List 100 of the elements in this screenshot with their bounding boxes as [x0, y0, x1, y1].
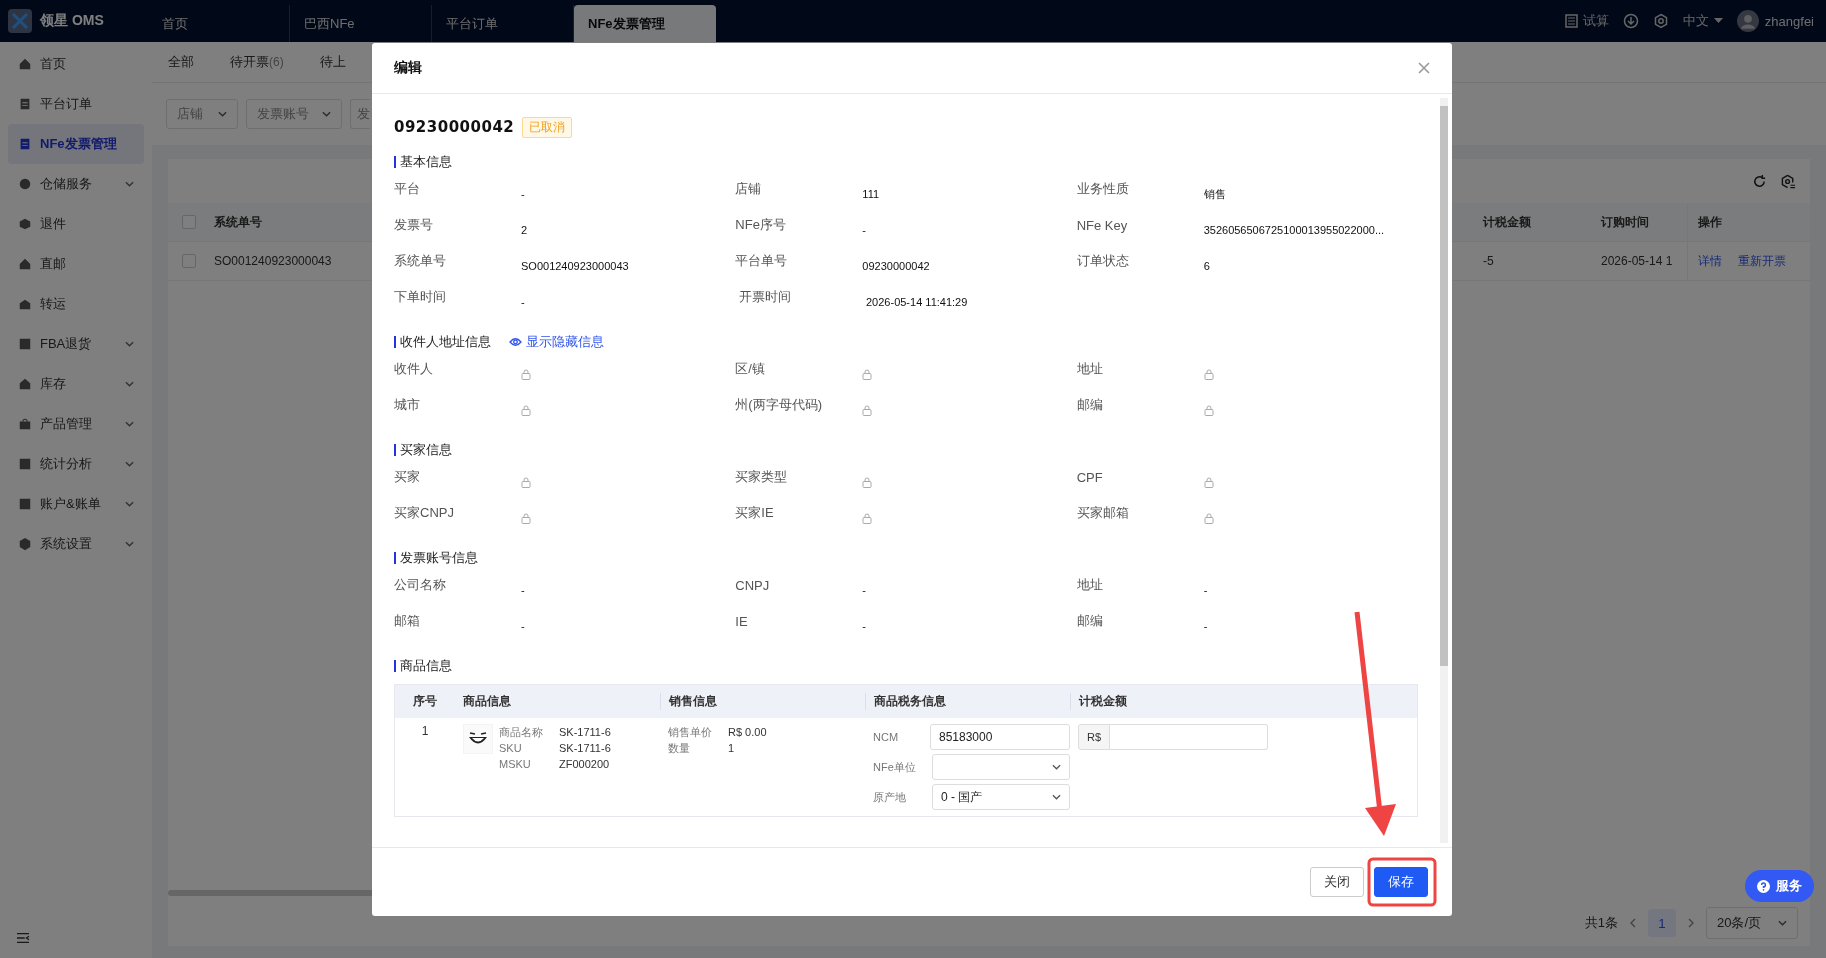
caret-icon [1713, 18, 1723, 24]
next-page-icon[interactable] [1688, 918, 1694, 928]
calculator-button[interactable]: 试算 [1564, 12, 1609, 30]
refresh-icon[interactable] [1752, 173, 1767, 189]
house-icon [18, 57, 32, 71]
logo-icon [8, 9, 32, 33]
field-label: 买家CNPJ [394, 504, 455, 522]
info-value: R$ 0.00 [728, 726, 767, 738]
sidebar-item[interactable]: 统计分析 [8, 444, 144, 484]
info-label: SKU [499, 742, 523, 754]
field-label: 买家IE [735, 504, 775, 522]
status-tab[interactable]: 全部 [168, 53, 194, 71]
field-label: 城市 [394, 396, 421, 414]
table-cell-text: -5 [1482, 254, 1495, 268]
action-link[interactable]: 详情 [1698, 252, 1722, 270]
field-label: 邮编 [1076, 612, 1104, 630]
sidebar-item[interactable]: 直邮 [8, 244, 144, 284]
field-value: - [862, 584, 866, 596]
filter-dropdown[interactable]: 发 [350, 99, 370, 129]
total-count: 共1条 [1584, 914, 1618, 932]
field-label: CPF [1076, 469, 1104, 485]
field-value: 2 [521, 224, 528, 236]
info-value: 1 [728, 742, 735, 754]
show-hidden-link[interactable]: 显示隐藏信息 [509, 333, 604, 351]
amount-field[interactable] [1110, 724, 1268, 750]
sidebar-item[interactable]: 仓储服务 [8, 164, 144, 204]
scrollbar[interactable] [1440, 98, 1448, 843]
page-tab[interactable]: NFe发票管理 [574, 5, 716, 42]
sidebar-item[interactable]: 产品管理 [8, 404, 144, 444]
field-label: 买家 [394, 468, 421, 486]
field-label: 买家邮箱 [1076, 504, 1130, 522]
chevron-icon [1778, 920, 1787, 926]
column-header: 序号 [412, 693, 438, 710]
save-button[interactable]: 保存 [1374, 867, 1428, 897]
section-title: 收件人地址信息 [394, 336, 491, 348]
sidebar-item[interactable]: FBA退货 [8, 324, 144, 364]
service-button[interactable]: 服务 [1745, 870, 1814, 902]
sidebar-item[interactable]: NFe发票管理 [8, 124, 144, 164]
building-icon [18, 377, 32, 391]
select-field[interactable]: 0 - 国产 [932, 784, 1070, 810]
sidebar-item[interactable]: 系统设置 [8, 524, 144, 564]
status-tab[interactable]: 待上 [319, 53, 346, 71]
select-field[interactable] [932, 754, 1070, 780]
field-value: - [521, 620, 525, 632]
square-icon [18, 337, 32, 351]
currency-prefix: R$ [1078, 724, 1111, 750]
field-label: 平台单号 [735, 252, 789, 270]
chevron-icon [322, 111, 331, 117]
field-value: 3526056506725100013955022000... [1203, 224, 1385, 236]
column-header: 销售信息 [660, 693, 865, 710]
section-title: 基本信息 [394, 156, 452, 168]
sidebar-item[interactable]: 退件 [8, 204, 144, 244]
info-value: SK-1711-6 [559, 742, 611, 754]
column-header: 商品信息 [462, 693, 512, 710]
status-tab[interactable]: 待开票(6) [230, 53, 284, 71]
chevron-icon [1052, 764, 1061, 770]
page-button[interactable]: 1 [1648, 909, 1676, 937]
checkbox[interactable] [182, 254, 196, 268]
action-link[interactable]: 重新开票 [1738, 252, 1786, 270]
settings-icon[interactable] [1781, 173, 1796, 189]
previous-page-icon[interactable] [1630, 918, 1636, 928]
field-label: 地址 [1076, 576, 1104, 594]
avatar-icon[interactable] [1736, 10, 1759, 32]
column-header: 订购时间 [1599, 213, 1650, 231]
field-label: NCM [873, 731, 900, 743]
info-label: 数量 [668, 740, 691, 756]
language-dropdown[interactable]: 中文 [1682, 12, 1723, 30]
field-value: - [521, 188, 525, 200]
field-label: 买家类型 [735, 468, 789, 486]
filter-dropdown[interactable]: 店铺 [166, 99, 238, 129]
field-value: 6 [1203, 260, 1210, 272]
field-value: - [521, 584, 525, 596]
settings-icon[interactable] [1652, 13, 1669, 29]
field-label: 原产地 [873, 789, 907, 805]
collapse-icon[interactable] [16, 932, 30, 944]
close-button[interactable]: 关闭 [1310, 867, 1364, 897]
help-icon [1757, 879, 1770, 893]
field-label: 下单时间 [394, 288, 447, 306]
clipboard-icon [18, 97, 32, 111]
page-size-dropdown[interactable]: 20条/页 [1706, 907, 1798, 939]
field-value: SO001240923000043 [521, 260, 629, 272]
checkbox[interactable] [182, 215, 196, 229]
sidebar-item[interactable]: 库存 [8, 364, 144, 404]
close-icon[interactable] [1418, 62, 1430, 74]
sidebar-item[interactable]: 平台订单 [8, 84, 144, 124]
field-value: 09230000042 [862, 260, 930, 272]
app-logo: 领星 OMS [40, 12, 105, 30]
field-label: 店铺 [735, 180, 763, 198]
user-name[interactable]: zhangfei [1764, 13, 1814, 29]
bag-icon [18, 417, 32, 431]
sidebar-item[interactable]: 账户&账单 [8, 484, 144, 524]
sidebar-item[interactable]: 首页 [8, 44, 144, 84]
field-value: - [521, 296, 525, 308]
column-header: 商品税务信息 [865, 693, 1070, 710]
sidebar-item[interactable]: 转运 [8, 284, 144, 324]
field-label: NFe单位 [873, 759, 917, 775]
download-icon[interactable] [1622, 13, 1639, 29]
ncm-field[interactable]: 85183000 [930, 724, 1070, 750]
section-title: 商品信息 [394, 660, 452, 672]
calculator-icon [1564, 14, 1578, 28]
